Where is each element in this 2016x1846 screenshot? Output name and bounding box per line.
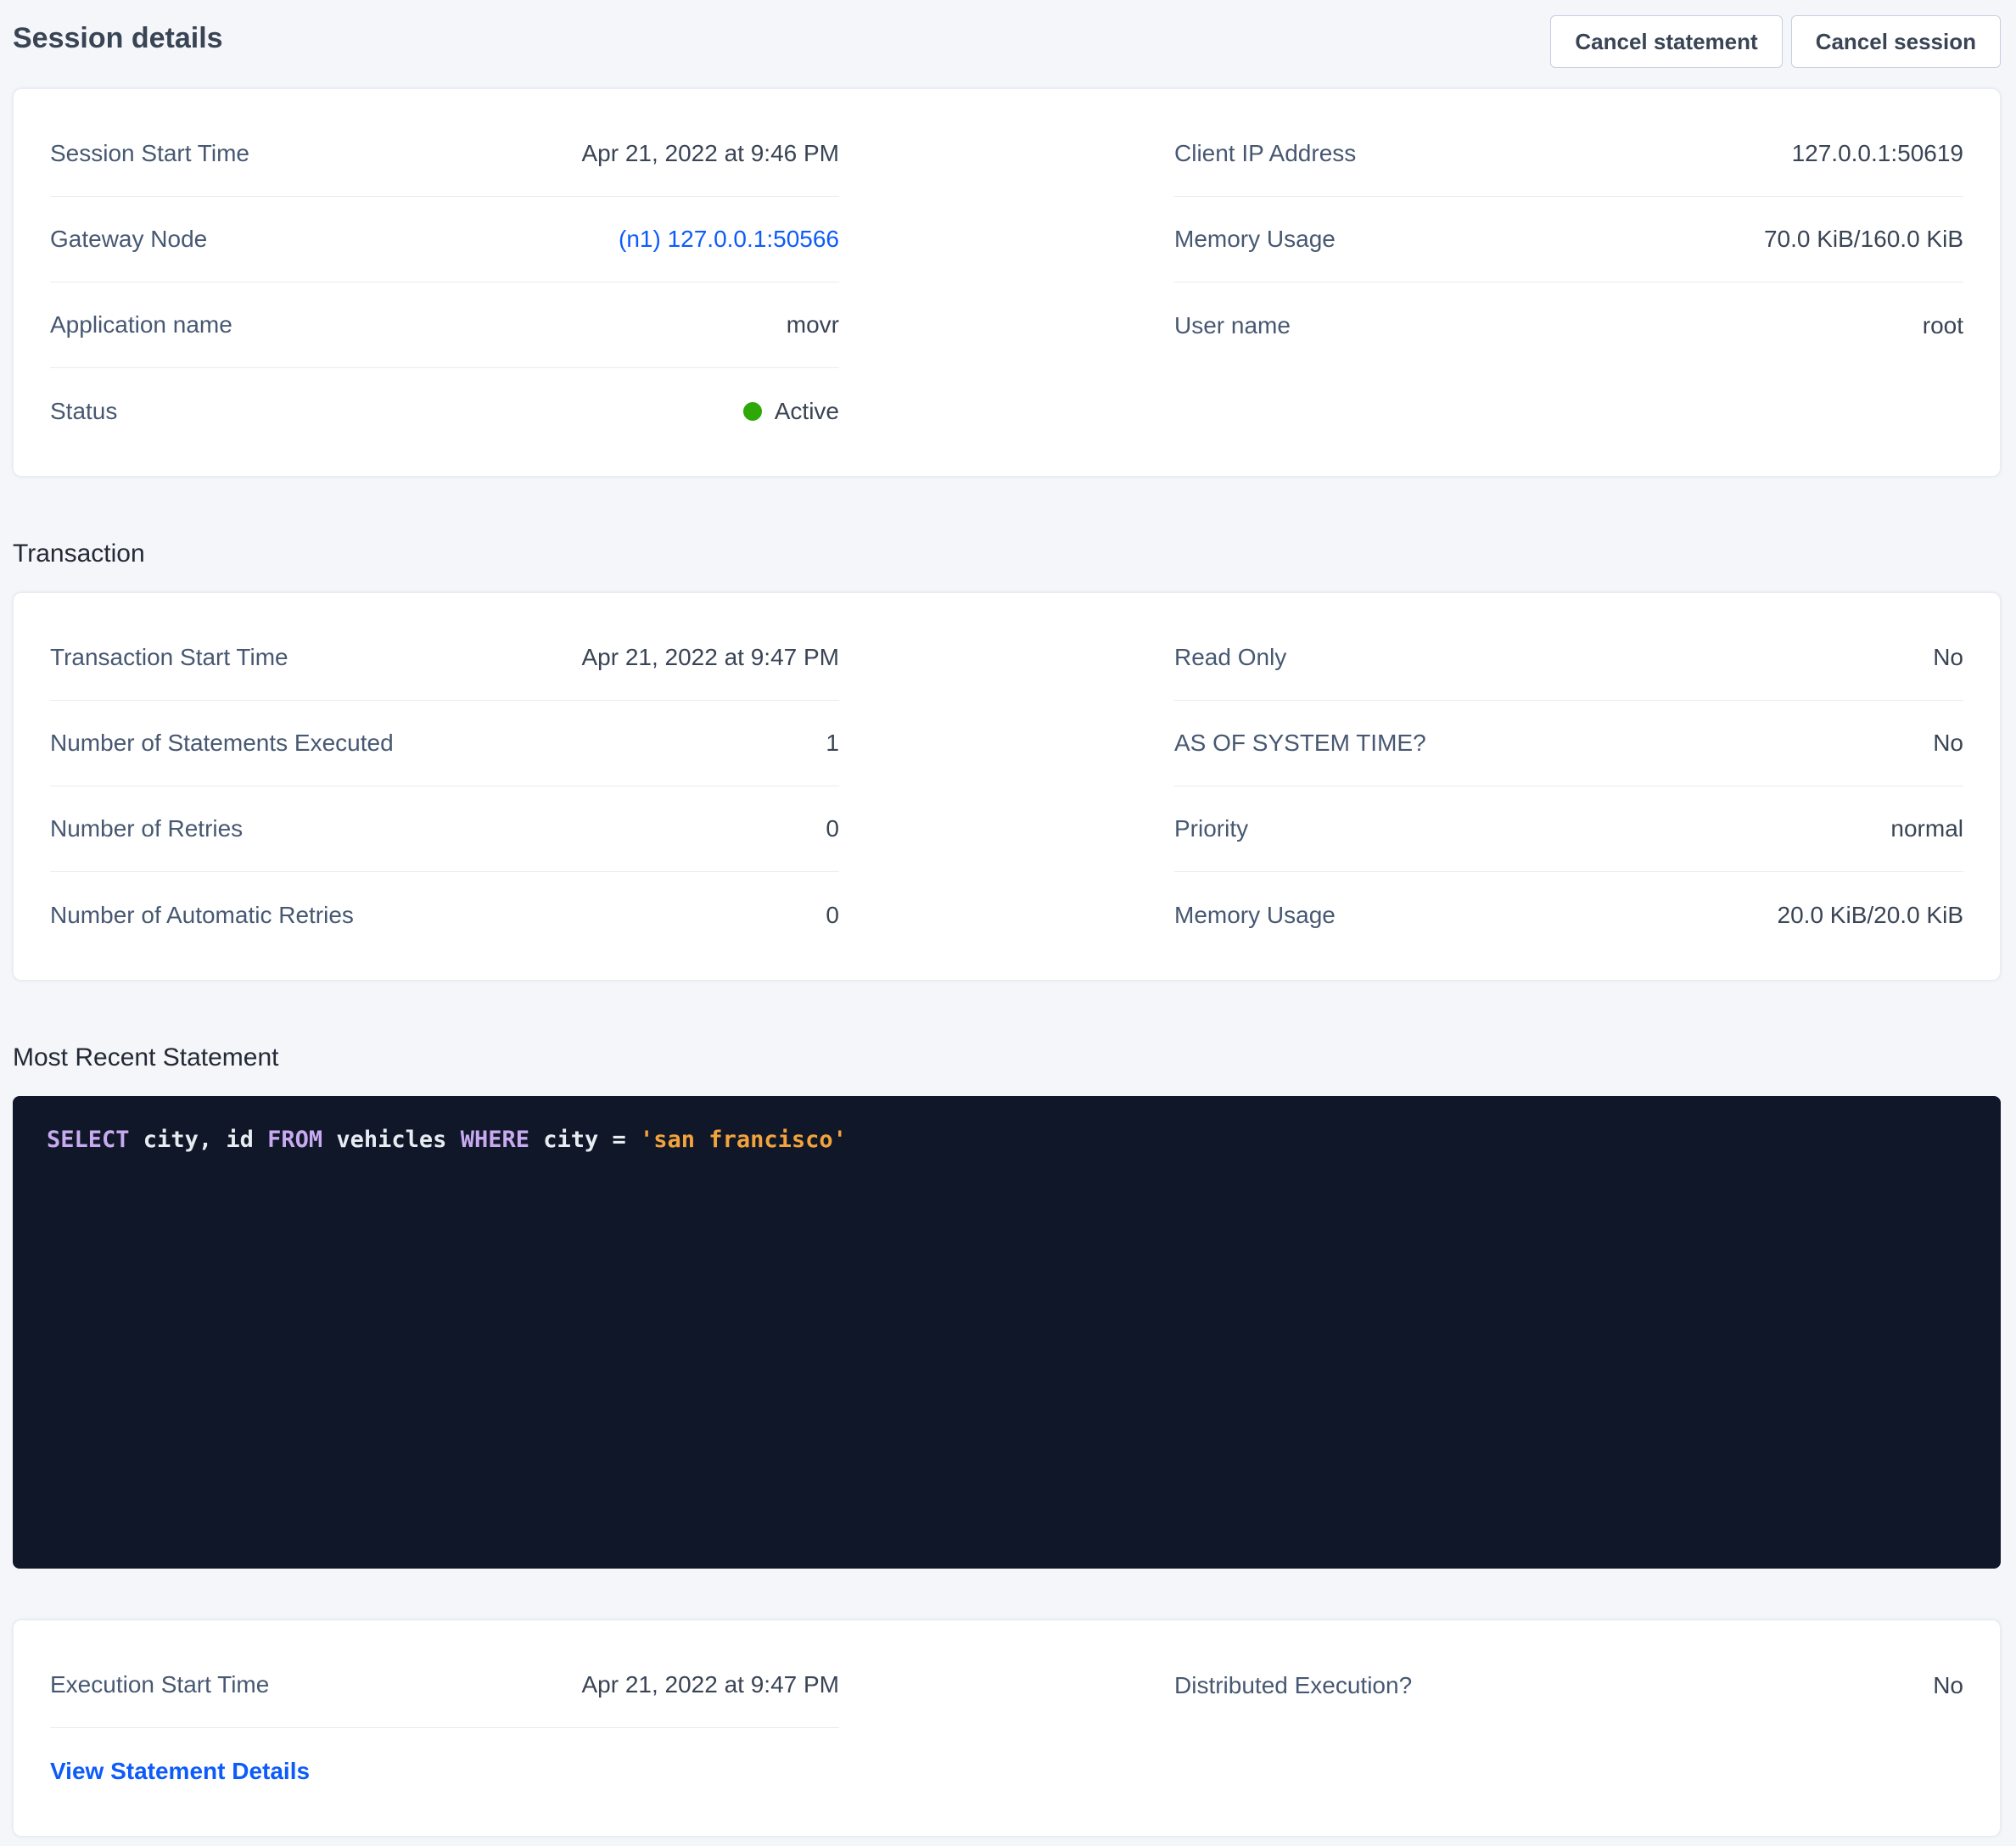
- detail-row: Session Start Time Apr 21, 2022 at 9:46 …: [50, 111, 839, 197]
- row-value: 1: [826, 730, 839, 757]
- row-value: root: [1923, 312, 1963, 339]
- view-statement-details-link[interactable]: View Statement Details: [50, 1758, 310, 1785]
- row-label: Execution Start Time: [50, 1671, 269, 1698]
- detail-row: Read Only No: [1174, 615, 1963, 701]
- row-label: Read Only: [1174, 644, 1286, 671]
- detail-row: Priority normal: [1174, 786, 1963, 872]
- header-actions: Cancel statement Cancel session: [1550, 15, 2001, 68]
- detail-row: Distributed Execution? No: [1174, 1642, 1963, 1728]
- detail-row: Gateway Node (n1) 127.0.0.1:50566: [50, 197, 839, 282]
- status-label: Active: [775, 398, 839, 425]
- row-label: Number of Automatic Retries: [50, 902, 354, 929]
- row-label: Number of Statements Executed: [50, 730, 394, 757]
- detail-row: Status Active: [50, 368, 839, 454]
- sql-token: city, id: [130, 1127, 268, 1153]
- row-value: Apr 21, 2022 at 9:47 PM: [581, 644, 839, 671]
- detail-row: Memory Usage 70.0 KiB/160.0 KiB: [1174, 197, 1963, 282]
- row-label: Status: [50, 398, 117, 425]
- sql-token: vehicles: [322, 1127, 461, 1153]
- row-value: 20.0 KiB/20.0 KiB: [1778, 902, 1963, 929]
- detail-row: Number of Statements Executed 1: [50, 701, 839, 786]
- cancel-session-button[interactable]: Cancel session: [1791, 15, 2001, 68]
- row-value: movr: [787, 311, 839, 338]
- status-badge: Active: [743, 398, 839, 425]
- execution-card-right-column: Distributed Execution? No: [1174, 1642, 1963, 1814]
- sql-token: FROM: [267, 1127, 322, 1153]
- detail-row: Client IP Address 127.0.0.1:50619: [1174, 111, 1963, 197]
- detail-row: Transaction Start Time Apr 21, 2022 at 9…: [50, 615, 839, 701]
- detail-row: View Statement Details: [50, 1728, 839, 1814]
- row-label: Memory Usage: [1174, 902, 1336, 929]
- detail-row: User name root: [1174, 282, 1963, 368]
- sql-code-block: SELECT city, id FROM vehicles WHERE city…: [13, 1096, 2001, 1569]
- detail-row: Number of Retries 0: [50, 786, 839, 872]
- most-recent-statement-heading: Most Recent Statement: [13, 1043, 2016, 1072]
- row-value: No: [1933, 730, 1963, 757]
- row-label: Client IP Address: [1174, 140, 1356, 167]
- row-label: Session Start Time: [50, 140, 249, 167]
- transaction-card-left-column: Transaction Start Time Apr 21, 2022 at 9…: [50, 615, 839, 958]
- detail-row: Application name movr: [50, 282, 839, 368]
- row-label: Application name: [50, 311, 232, 338]
- transaction-card: Transaction Start Time Apr 21, 2022 at 9…: [13, 592, 2001, 981]
- row-value: 127.0.0.1:50619: [1792, 140, 1963, 167]
- execution-card-left-column: Execution Start Time Apr 21, 2022 at 9:4…: [50, 1642, 839, 1814]
- cancel-statement-button[interactable]: Cancel statement: [1550, 15, 1782, 68]
- gateway-node-link[interactable]: (n1) 127.0.0.1:50566: [619, 226, 839, 253]
- sql-token: 'san francisco': [640, 1127, 847, 1153]
- sql-token: WHERE: [461, 1127, 529, 1153]
- row-value: No: [1933, 644, 1963, 671]
- row-label: Gateway Node: [50, 226, 207, 253]
- execution-card: Execution Start Time Apr 21, 2022 at 9:4…: [13, 1619, 2001, 1837]
- session-card-right-column: Client IP Address 127.0.0.1:50619 Memory…: [1174, 111, 1963, 454]
- transaction-card-right-column: Read Only No AS OF SYSTEM TIME? No Prior…: [1174, 615, 1963, 958]
- transaction-heading: Transaction: [13, 540, 2016, 568]
- row-label: Priority: [1174, 815, 1248, 842]
- page-header: Session details Cancel statement Cancel …: [0, 0, 2016, 68]
- row-value: Apr 21, 2022 at 9:46 PM: [581, 140, 839, 167]
- row-label: Memory Usage: [1174, 226, 1336, 253]
- detail-row: Execution Start Time Apr 21, 2022 at 9:4…: [50, 1642, 839, 1728]
- row-label: Distributed Execution?: [1174, 1672, 1412, 1699]
- row-label: AS OF SYSTEM TIME?: [1174, 730, 1426, 757]
- sql-token: city =: [529, 1127, 640, 1153]
- row-value: 0: [826, 815, 839, 842]
- detail-row: Memory Usage 20.0 KiB/20.0 KiB: [1174, 872, 1963, 958]
- detail-row: Number of Automatic Retries 0: [50, 872, 839, 958]
- status-active-dot-icon: [743, 402, 762, 421]
- row-value: 0: [826, 902, 839, 929]
- session-details-card: Session Start Time Apr 21, 2022 at 9:46 …: [13, 88, 2001, 477]
- page-title: Session details: [13, 19, 223, 58]
- sql-token: SELECT: [47, 1127, 130, 1153]
- detail-row: AS OF SYSTEM TIME? No: [1174, 701, 1963, 786]
- session-card-left-column: Session Start Time Apr 21, 2022 at 9:46 …: [50, 111, 839, 454]
- row-value: Apr 21, 2022 at 9:47 PM: [581, 1671, 839, 1698]
- sql-statement: SELECT city, id FROM vehicles WHERE city…: [47, 1123, 1967, 1157]
- row-value: 70.0 KiB/160.0 KiB: [1764, 226, 1963, 253]
- row-label: Transaction Start Time: [50, 644, 288, 671]
- row-value: No: [1933, 1672, 1963, 1699]
- row-value: normal: [1890, 815, 1963, 842]
- row-label: Number of Retries: [50, 815, 243, 842]
- row-label: User name: [1174, 312, 1291, 339]
